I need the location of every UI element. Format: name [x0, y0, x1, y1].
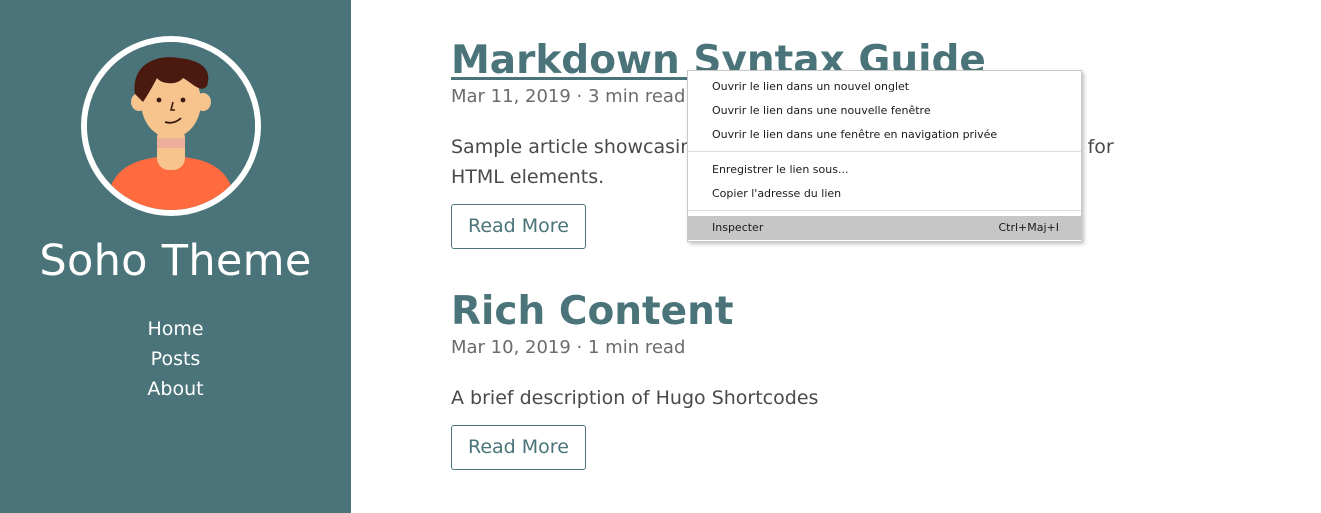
nav-link-about[interactable]: About — [0, 374, 351, 404]
menu-item-copy-link[interactable]: Copier l'adresse du lien — [688, 182, 1081, 206]
post-meta: Mar 10, 2019 · 1 min read — [451, 337, 686, 358]
menu-item-inspect-shortcut: Ctrl+Maj+I — [998, 221, 1059, 234]
avatar[interactable] — [81, 36, 261, 216]
read-more-button[interactable]: Read More — [451, 204, 586, 249]
avatar-illustration — [87, 42, 255, 210]
nav-link-home[interactable]: Home — [0, 314, 351, 344]
menu-item-open-new-tab[interactable]: Ouvrir le lien dans un nouvel onglet — [688, 75, 1081, 99]
menu-item-open-private-window[interactable]: Ouvrir le lien dans une fenêtre en navig… — [688, 123, 1081, 147]
menu-item-inspect-label: Inspecter — [712, 221, 764, 234]
read-more-button[interactable]: Read More — [451, 425, 586, 470]
menu-item-open-new-window[interactable]: Ouvrir le lien dans une nouvelle fenêtre — [688, 99, 1081, 123]
post-summary: A brief description of Hugo Shortcodes — [451, 387, 819, 409]
nav-link-posts[interactable]: Posts — [0, 344, 351, 374]
site-title[interactable]: Soho Theme — [0, 236, 351, 286]
menu-item-inspect[interactable]: Inspecter Ctrl+Maj+I — [688, 216, 1081, 240]
sidebar: Soho Theme Home Posts About — [0, 0, 351, 513]
context-menu: Ouvrir le lien dans un nouvel onglet Ouv… — [687, 70, 1082, 242]
menu-separator — [688, 210, 1081, 211]
menu-separator — [688, 151, 1081, 152]
main-nav: Home Posts About — [0, 314, 351, 404]
post-title-link[interactable]: Rich Content — [451, 289, 1171, 335]
menu-item-save-link[interactable]: Enregistrer le lien sous... — [688, 158, 1081, 182]
post-card: Rich Content Mar 10, 2019 · 1 min read A… — [451, 289, 1171, 470]
